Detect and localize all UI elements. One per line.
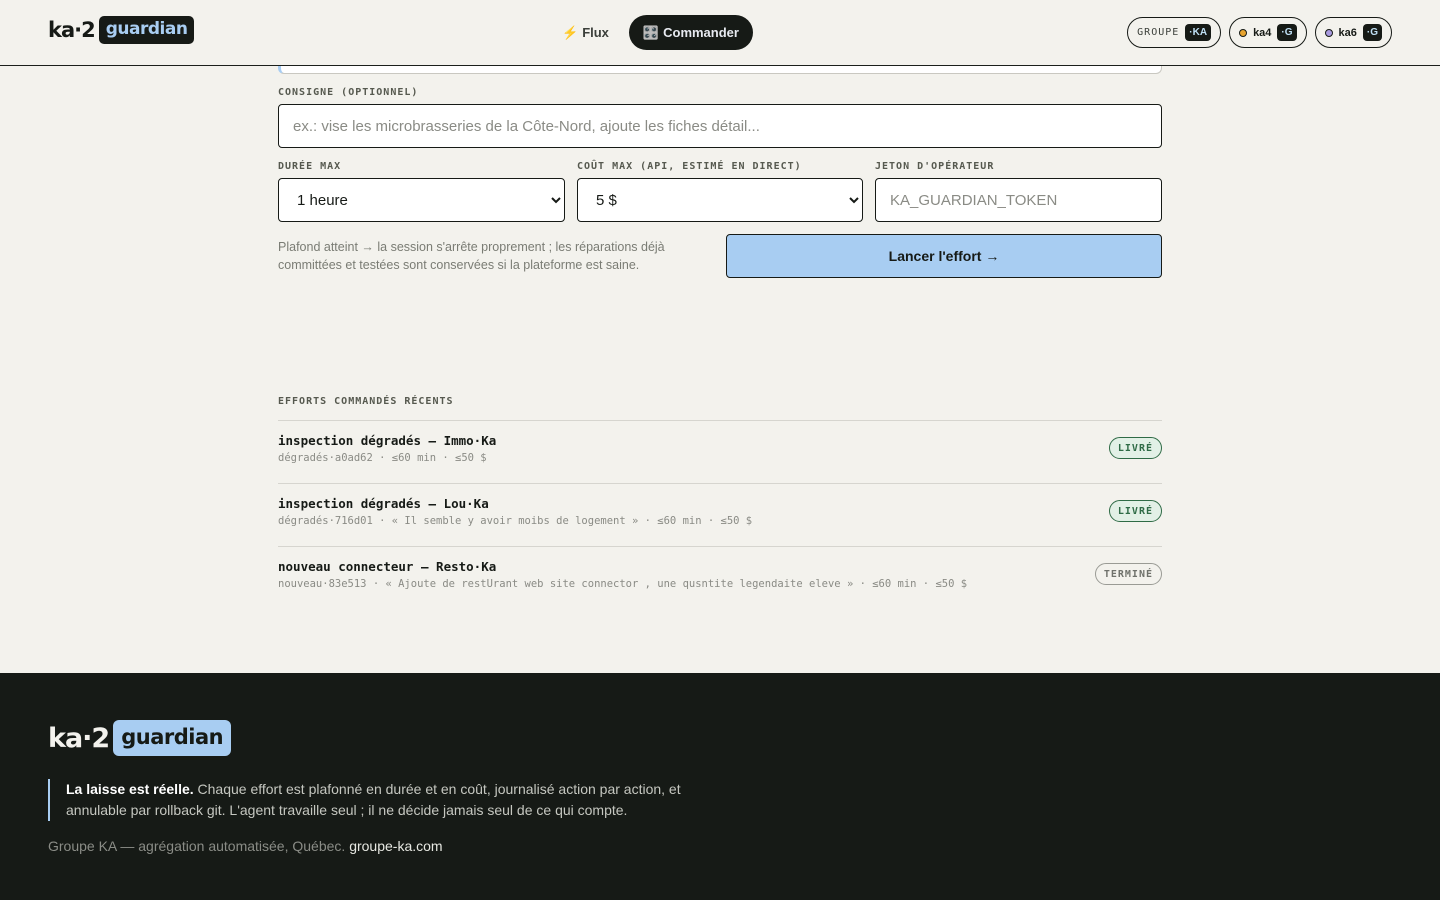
pill-ka4-chip: ·G [1277,24,1297,41]
pill-ka4[interactable]: ka4 ·G [1229,17,1307,48]
jeton-label: JETON D'OPÉRATEUR [875,161,995,172]
nav-commander-label: Commander [663,25,739,40]
duree-label: DURÉE MAX [278,161,342,172]
footer-credit-text: Groupe KA — agrégation automatisée, Québ… [48,838,350,854]
nav-flux[interactable]: ⚡ Flux [548,15,623,50]
brand-guardian: guardian [98,16,195,44]
top-bar: ka·2 guardian ⚡ Flux 🎛️ Commander GROUPE… [0,0,1440,66]
effort-title: inspection dégradés — Lou·Ka [278,496,489,511]
bolt-icon: ⚡ [562,24,579,40]
groupe-ka-link[interactable]: groupe-ka.com [349,838,442,854]
recent-efforts-list: inspection dégradés — Immo·Ka dégradés·a… [278,420,1162,609]
plafond-hint: Plafond atteint → la session s'arrête pr… [278,240,665,272]
footer-quote: La laisse est réelle. Chaque effort est … [48,779,688,821]
status-badge: TERMINÉ [1094,563,1162,585]
pill-groupe-label: GROUPE [1137,27,1180,38]
list-item[interactable]: nouveau connecteur — Resto·Ka nouveau·83… [278,546,1162,609]
footer-brand-ka: ka·2 [48,722,110,754]
consigne-input[interactable] [278,104,1162,148]
brand-ka: ka·2 [48,18,96,42]
cout-select[interactable]: 5 $ [577,178,863,222]
status-badge: LIVRÉ [1108,500,1162,522]
status-dot-icon [1324,28,1333,37]
list-item[interactable]: inspection dégradés — Lou·Ka dégradés·71… [278,483,1162,546]
duree-select[interactable]: 1 heure [278,178,565,222]
list-item[interactable]: inspection dégradés — Immo·Ka dégradés·a… [278,420,1162,483]
brand-logo[interactable]: ka·2 guardian [48,16,195,44]
pill-ka4-label: ka4 [1253,26,1272,39]
nav-commander[interactable]: 🎛️ Commander [628,15,753,50]
footer-brand-guardian: guardian [113,720,232,756]
cout-label: COÛT MAX (API, ESTIMÉ EN DIRECT) [577,161,802,172]
recent-efforts-title: EFFORTS COMMANDÉS RÉCENTS [278,396,454,407]
launch-effort-button[interactable]: Lancer l'effort → [726,234,1162,278]
pill-ka6-chip: ·G [1362,24,1382,41]
footer-credit: Groupe KA — agrégation automatisée, Québ… [48,838,443,854]
pill-ka6-label: ka6 [1338,26,1357,39]
effort-title: inspection dégradés — Immo·Ka [278,433,497,448]
effort-title: nouveau connecteur — Resto·Ka [278,559,497,574]
nav-flux-label: Flux [582,25,609,40]
group-pills: GROUPE ·KA ka4 ·G ka6 ·G [1127,17,1392,48]
pill-groupe-chip: ·KA [1185,24,1212,41]
effort-meta: dégradés·716d01 · « Il semble y avoir mo… [278,515,753,527]
effort-meta: nouveau·83e513 · « Ajoute de restUrant w… [278,578,968,590]
consigne-label: CONSIGNE (OPTIONNEL) [278,87,419,98]
footer-brand-logo: ka·2 guardian [48,720,232,756]
pill-groupe[interactable]: GROUPE ·KA [1127,17,1222,48]
status-badge: LIVRÉ [1108,437,1162,459]
main-nav: ⚡ Flux 🎛️ Commander [548,15,753,50]
footer: ka·2 guardian La laisse est réelle. Chaq… [0,673,1440,900]
pill-ka6[interactable]: ka6 ·G [1314,17,1392,48]
status-dot-icon [1239,28,1248,37]
effort-meta: dégradés·a0ad62 · ≤60 min · ≤50 $ [278,452,487,464]
jeton-input[interactable] [875,178,1162,222]
footer-quote-bold: La laisse est réelle. [66,781,194,797]
grid-icon: 🎛️ [642,24,660,40]
